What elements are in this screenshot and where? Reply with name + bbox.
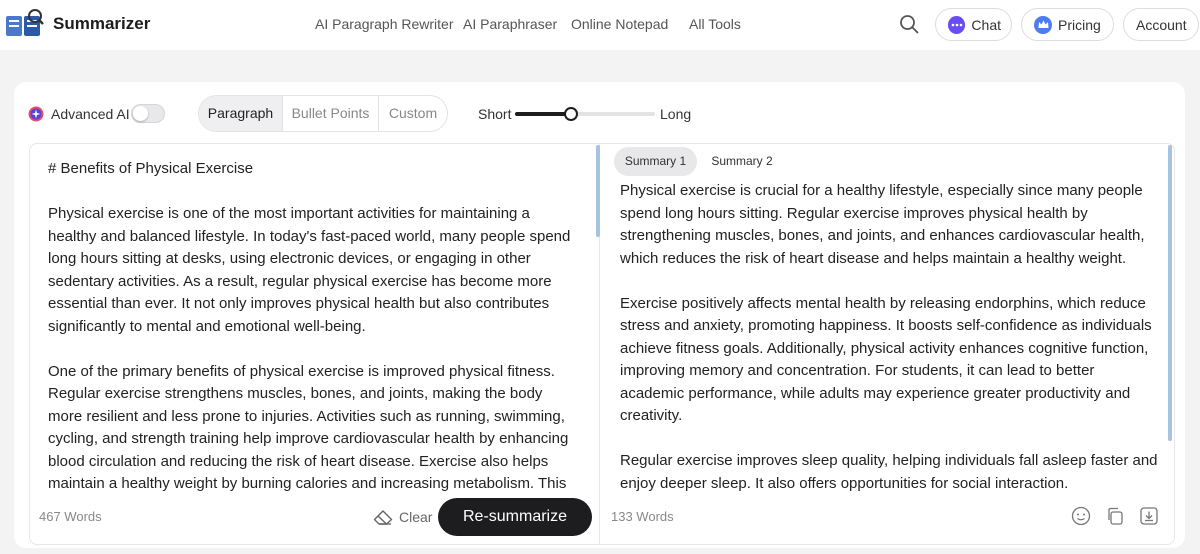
mode-paragraph[interactable]: Paragraph xyxy=(199,96,282,131)
summary-mode-selector: Paragraph Bullet Points Custom xyxy=(198,95,448,132)
search-icon[interactable] xyxy=(897,12,921,36)
nav-online-notepad[interactable]: Online Notepad xyxy=(571,16,668,32)
toggle-knob xyxy=(133,106,148,121)
input-text-area[interactable]: # Benefits of Physical Exercise Physical… xyxy=(48,158,578,491)
length-slider[interactable] xyxy=(515,112,655,116)
account-button[interactable]: Account xyxy=(1123,8,1199,41)
input-paragraph: One of the primary benefits of physical … xyxy=(48,362,569,492)
summary-paragraph: Exercise positively affects mental healt… xyxy=(620,294,1152,425)
pricing-button[interactable]: Pricing xyxy=(1021,8,1114,41)
nav-ai-paraphraser[interactable]: AI Paraphraser xyxy=(463,16,557,32)
length-long-label: Long xyxy=(660,106,692,122)
app-name[interactable]: Summarizer xyxy=(53,14,150,34)
length-short-label: Short xyxy=(478,106,512,122)
output-scrollbar[interactable] xyxy=(1168,145,1172,441)
length-slider-fill xyxy=(515,112,571,116)
advanced-ai-label: Advanced AI xyxy=(51,106,130,122)
resummarize-button[interactable]: Re-summarize xyxy=(438,498,592,536)
nav-all-tools[interactable]: All Tools xyxy=(689,16,741,32)
chat-button[interactable]: Chat xyxy=(935,8,1012,41)
crown-icon xyxy=(1034,15,1052,34)
eraser-icon xyxy=(373,510,393,525)
summary-text[interactable]: Physical exercise is crucial for a healt… xyxy=(620,180,1160,491)
input-heading: # Benefits of Physical Exercise xyxy=(48,160,254,177)
input-word-count: 467 Words xyxy=(39,509,102,524)
pricing-label: Pricing xyxy=(1058,16,1101,33)
length-slider-thumb[interactable] xyxy=(564,107,578,121)
copy-icon[interactable] xyxy=(1105,506,1125,526)
feedback-icon[interactable] xyxy=(1071,506,1091,526)
summary-paragraph: Physical exercise is crucial for a healt… xyxy=(620,182,1145,267)
ai-sparkle-icon xyxy=(28,106,44,122)
chat-bubble-icon xyxy=(948,15,966,34)
tab-summary-2[interactable]: Summary 2 xyxy=(701,147,783,176)
download-icon[interactable] xyxy=(1139,506,1159,526)
input-paragraph: Physical exercise is one of the most imp… xyxy=(48,205,571,335)
mode-custom[interactable]: Custom xyxy=(379,96,447,131)
chat-label: Chat xyxy=(971,16,1001,33)
clear-button[interactable]: Clear xyxy=(373,506,432,528)
top-navbar: Summarizer AI Paragraph Rewriter AI Para… xyxy=(0,0,1200,50)
nav-ai-paragraph-rewriter[interactable]: AI Paragraph Rewriter xyxy=(315,16,454,32)
tab-summary-1[interactable]: Summary 1 xyxy=(614,147,697,176)
output-word-count: 133 Words xyxy=(611,509,674,524)
book-logo-icon[interactable] xyxy=(4,8,44,40)
mode-bullet-points[interactable]: Bullet Points xyxy=(283,96,378,131)
advanced-ai-toggle[interactable] xyxy=(131,104,165,123)
clear-label: Clear xyxy=(399,509,433,525)
summary-paragraph: Regular exercise improves sleep quality,… xyxy=(620,452,1158,491)
